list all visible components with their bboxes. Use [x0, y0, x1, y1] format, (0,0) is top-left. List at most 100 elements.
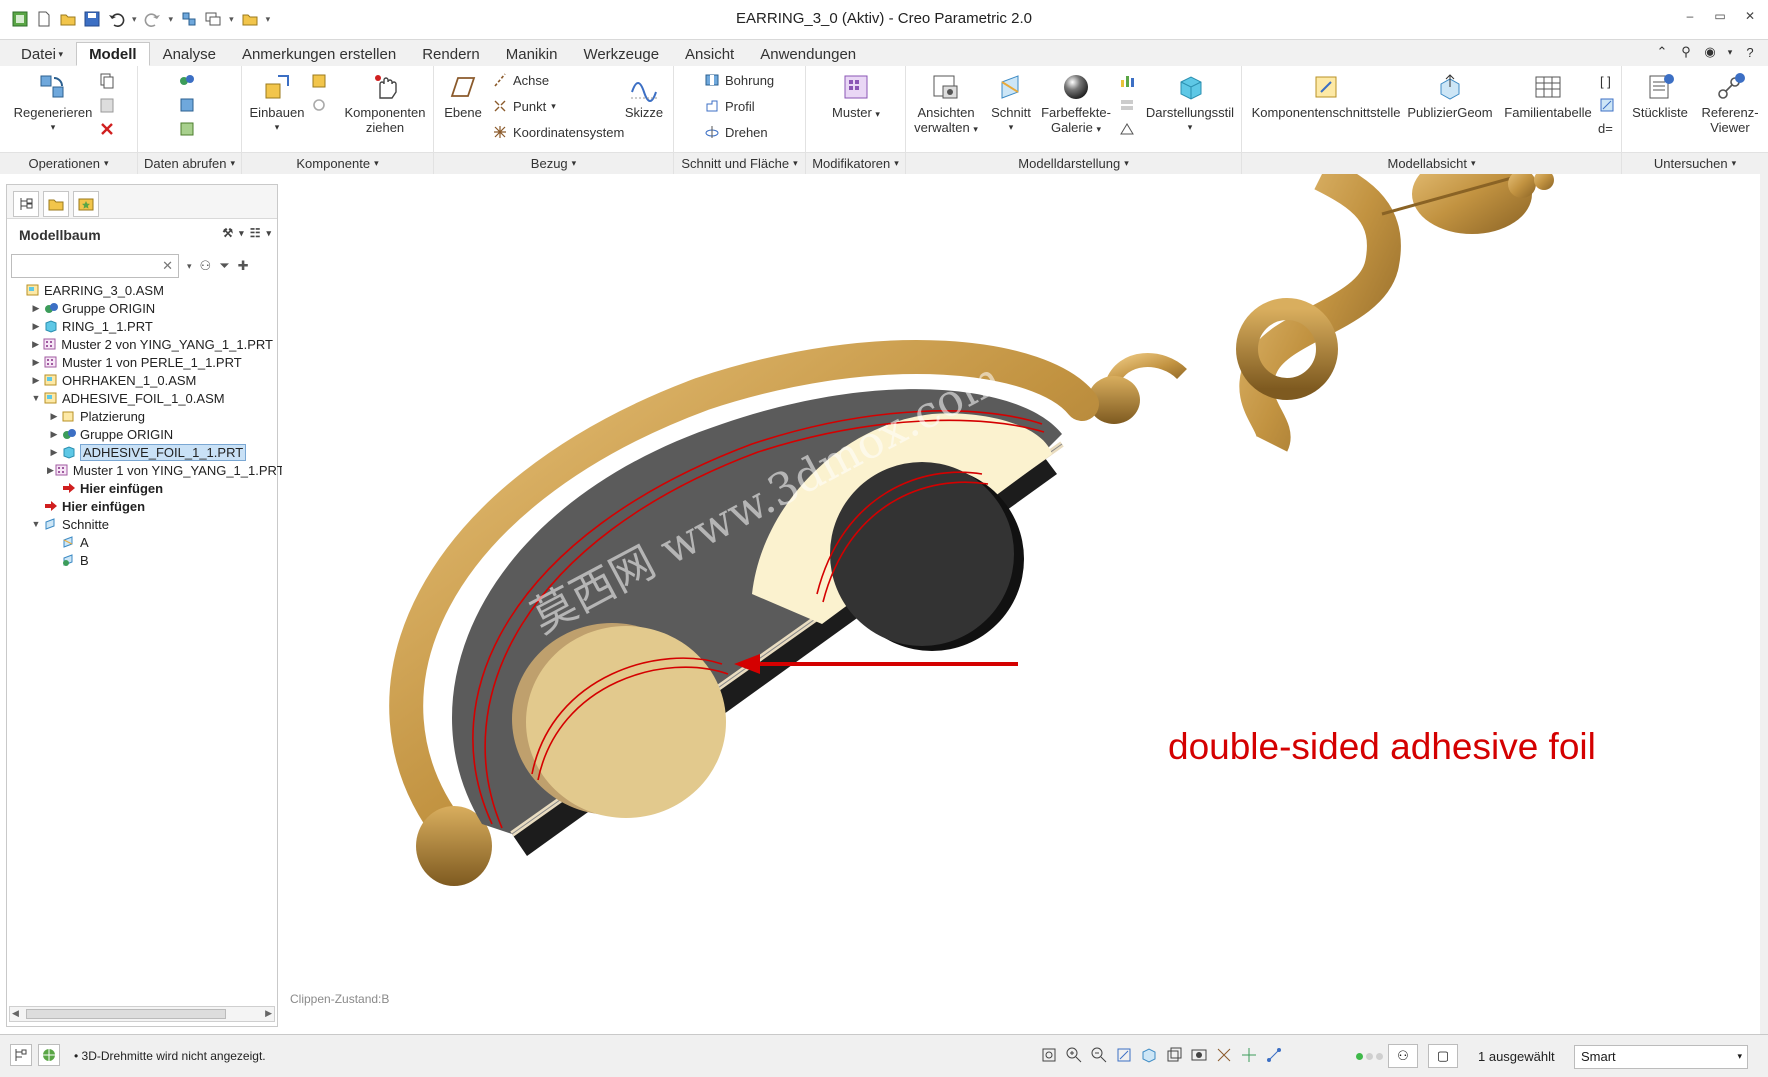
selection-filter[interactable]: Smart ▾ — [1574, 1045, 1748, 1069]
komponentenschnittstelle-button[interactable]: Komponentenschnittstelle — [1250, 72, 1402, 120]
data-icon-2[interactable] — [178, 96, 196, 114]
windows-icon[interactable] — [203, 9, 223, 29]
group-footer-untersuchen[interactable]: Untersuchen — [1622, 152, 1768, 174]
expand-arrow-icon[interactable]: ▶ — [47, 447, 61, 458]
favorites-tab-icon[interactable] — [73, 191, 99, 217]
tree-settings-dropdown-icon[interactable]: ▾ — [239, 228, 244, 239]
model-tree-tab-icon[interactable] — [13, 191, 39, 217]
komponenten-ziehen-button[interactable]: Komponenten ziehen — [342, 72, 428, 135]
refit-icon[interactable] — [1040, 1046, 1058, 1064]
display-icon-1[interactable] — [1118, 72, 1136, 90]
display-icon-2[interactable] — [1118, 96, 1136, 114]
tab-anwendungen[interactable]: Anwendungen — [747, 42, 869, 66]
repaint-icon[interactable] — [1115, 1046, 1133, 1064]
view-manager-icon[interactable] — [1190, 1046, 1208, 1064]
einbauen-button[interactable]: Einbauen ▾ — [244, 72, 310, 135]
profil-button[interactable]: Profil — [704, 96, 755, 116]
scroll-right-icon[interactable]: ▶ — [265, 1008, 272, 1019]
binoculars-icon[interactable]: ⚇ — [200, 258, 212, 274]
expand-arrow-icon[interactable]: ▶ — [47, 429, 61, 440]
expand-arrow-icon[interactable]: ▶ — [47, 411, 61, 422]
tree-search-input[interactable] — [12, 255, 178, 277]
filter-icon[interactable]: ⏷ — [219, 258, 229, 274]
tab-anmerkungen[interactable]: Anmerkungen erstellen — [229, 42, 409, 66]
copy-icon[interactable] — [98, 72, 116, 90]
customize-qat-icon[interactable]: ▾ — [266, 14, 271, 25]
search-icon[interactable]: ⚲ — [1678, 44, 1694, 60]
close-button[interactable]: ✕ — [1742, 8, 1758, 24]
tree-item[interactable]: ▼ Schnitte — [11, 515, 273, 533]
toggle-navigator-icon[interactable] — [10, 1044, 32, 1066]
group-footer-schnitt-flaeche[interactable]: Schnitt und Fläche — [674, 152, 805, 174]
group-footer-daten-abrufen[interactable]: Daten abrufen — [138, 152, 241, 174]
find-button[interactable]: ⚇ — [1388, 1044, 1418, 1068]
collapse-arrow-icon[interactable]: ▼ — [29, 519, 43, 529]
collapse-ribbon-icon[interactable]: ⌃ — [1654, 44, 1670, 60]
new-file-icon[interactable] — [34, 9, 54, 29]
skizze-button[interactable]: Skizze — [618, 72, 670, 120]
selection-box-button[interactable]: ▢ — [1428, 1044, 1458, 1068]
tab-analyse[interactable]: Analyse — [150, 42, 229, 66]
ebene-button[interactable]: Ebene — [438, 72, 488, 120]
expand-arrow-icon[interactable]: ▶ — [29, 375, 43, 386]
tab-manikin[interactable]: Manikin — [493, 42, 571, 66]
farbeffekte-galerie-button[interactable]: Farbeffekte- Galerie ▾ — [1038, 72, 1114, 137]
maximize-button[interactable]: ▭ — [1712, 8, 1728, 24]
app-icon[interactable] — [10, 9, 30, 29]
collapse-arrow-icon[interactable]: ▼ — [29, 393, 43, 403]
tree-item[interactable]: ▶ RING_1_1.PRT — [11, 317, 273, 335]
tab-werkzeuge[interactable]: Werkzeuge — [570, 42, 672, 66]
minimize-button[interactable]: – — [1682, 8, 1698, 24]
relations-icon[interactable]: [ ] — [1598, 72, 1616, 90]
tree-item[interactable]: Hier einfügen — [11, 497, 273, 515]
tree-item[interactable]: ▼ ADHESIVE_FOIL_1_0.ASM — [11, 389, 273, 407]
group-footer-operationen[interactable]: Operationen — [0, 152, 137, 174]
bohrung-button[interactable]: Bohrung — [704, 70, 774, 90]
group-footer-bezug[interactable]: Bezug — [434, 152, 673, 174]
data-icon-1[interactable] — [178, 72, 196, 90]
tree-horizontal-scrollbar[interactable]: ◀ ▶ — [9, 1006, 275, 1022]
koordinatensystem-button[interactable]: Koordinatensystem — [492, 122, 624, 142]
delete-icon[interactable] — [98, 120, 116, 138]
familientabelle-button[interactable]: Familientabelle — [1500, 72, 1596, 120]
community-dropdown-icon[interactable]: ▾ — [1726, 44, 1734, 60]
tree-item[interactable]: ▶ Gruppe ORIGIN — [11, 299, 273, 317]
undo-icon[interactable] — [106, 9, 126, 29]
expand-arrow-icon[interactable]: ▶ — [29, 321, 43, 332]
parameters-icon[interactable] — [1598, 96, 1616, 114]
paste-icon[interactable] — [98, 96, 116, 114]
redo-dropdown-icon[interactable]: ▾ — [169, 14, 174, 25]
schnitt-button[interactable]: Schnitt ▾ — [986, 72, 1036, 135]
tree-show-dropdown-icon[interactable]: ▾ — [266, 228, 271, 239]
tree-item[interactable]: ▶ Muster 1 von YING_YANG_1_1.PRT — [11, 461, 285, 479]
scroll-left-icon[interactable]: ◀ — [12, 1008, 19, 1019]
expand-arrow-icon[interactable]: ▶ — [29, 357, 43, 368]
drehen-button[interactable]: Drehen — [704, 122, 768, 142]
tree-item[interactable]: ▶ Gruppe ORIGIN — [11, 425, 273, 443]
undo-dropdown-icon[interactable]: ▾ — [132, 14, 137, 25]
save-icon[interactable] — [82, 9, 102, 29]
tree-item[interactable]: EARRING_3_0.ASM — [11, 281, 273, 299]
tree-show-icon[interactable]: ☷ — [250, 226, 261, 240]
achse-button[interactable]: Achse — [492, 70, 549, 90]
switch-dimensions-button[interactable]: d= — [1598, 118, 1613, 138]
folder-browser-tab-icon[interactable] — [43, 191, 69, 217]
data-icon-3[interactable] — [178, 120, 196, 138]
tree-item[interactable]: A — [11, 533, 273, 551]
tab-modell[interactable]: Modell — [76, 42, 150, 66]
tree-item[interactable]: ▶ Muster 2 von YING_YANG_1_1.PRT — [11, 335, 273, 353]
tree-settings-icon[interactable]: ⚒ — [222, 226, 233, 240]
close-window-folder-icon[interactable] — [240, 9, 260, 29]
group-footer-modelldarstellung[interactable]: Modelldarstellung — [906, 152, 1241, 174]
tree-item[interactable]: ▶ OHRHAKEN_1_0.ASM — [11, 371, 273, 389]
tab-datei[interactable]: Datei ▾ — [8, 42, 76, 66]
spin-center-icon[interactable] — [1240, 1046, 1258, 1064]
darstellungsstil-button[interactable]: Darstellungsstil ▾ — [1140, 72, 1240, 135]
expand-arrow-icon[interactable]: ▶ — [29, 339, 42, 350]
clear-search-icon[interactable]: ✕ — [162, 258, 173, 274]
earring-3d-model[interactable]: 莫西网 www.3dmox.com — [282, 174, 1768, 1034]
open-folder-icon[interactable] — [58, 9, 78, 29]
search-dropdown-icon[interactable]: ▾ — [187, 261, 192, 272]
expand-arrow-icon[interactable]: ▶ — [29, 303, 43, 314]
add-column-icon[interactable]: ✚ — [238, 258, 249, 274]
